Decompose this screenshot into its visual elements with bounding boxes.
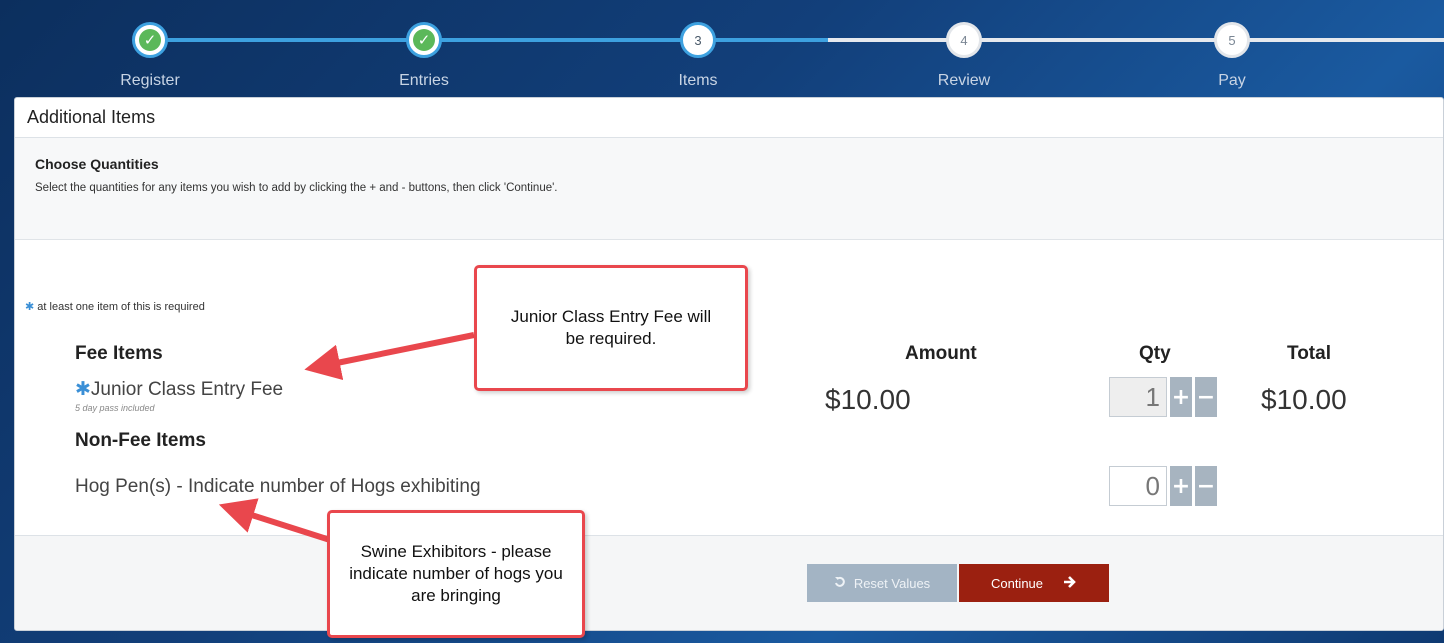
junior-fee-callout-text: Junior Class Entry Fee will be required. (510, 306, 712, 348)
fee-item-qty-input[interactable]: 1 (1109, 377, 1167, 417)
fee-item-minus-button[interactable]: − (1195, 377, 1217, 417)
step-connector (964, 38, 1232, 42)
step-label-entries: Entries (399, 72, 449, 89)
step-connector (1232, 38, 1444, 42)
step-connector (698, 38, 828, 42)
swine-exhibitors-callout: Swine Exhibitors - please indicate numbe… (327, 510, 585, 638)
non-fee-items-heading: Non-Fee Items (75, 430, 206, 451)
progress-stepper: ✓ Register ✓ Entries 3 Items 4 Review 5 … (0, 0, 1444, 96)
total-column-header: Total (1287, 343, 1331, 364)
required-note-text: at least one item of this is required (37, 301, 205, 313)
fee-item-subtext: 5 day pass included (75, 403, 155, 413)
non-fee-item-minus-button[interactable]: − (1195, 466, 1217, 506)
swine-exhibitors-callout-text: Swine Exhibitors - please indicate numbe… (349, 541, 563, 606)
step-items: 3 (680, 22, 716, 58)
amount-column-header: Amount (905, 343, 977, 364)
step-label-items: Items (678, 72, 718, 89)
fee-item-total: $10.00 (1261, 384, 1347, 415)
qty-column-header: Qty (1139, 343, 1171, 364)
undo-icon (834, 576, 846, 591)
non-fee-item-qty-input[interactable]: 0 (1109, 466, 1167, 506)
step-label-review: Review (937, 72, 991, 89)
step-label-register: Register (120, 72, 180, 89)
fee-item-amount: $10.00 (825, 384, 911, 415)
step-connector (828, 38, 964, 42)
fee-item-plus-button[interactable]: + (1170, 377, 1192, 417)
arrow-right-icon (1063, 575, 1077, 592)
fee-item-name: ✱Junior Class Entry Fee (75, 378, 283, 401)
step-label-pay: Pay (1218, 72, 1246, 89)
step-review: 4 (946, 22, 982, 58)
junior-fee-callout: Junior Class Entry Fee will be required. (474, 265, 748, 391)
continue-label: Continue (990, 575, 1044, 591)
required-note: ✱ at least one item of this is required (25, 300, 205, 313)
check-icon: ✓ (413, 29, 435, 51)
required-star-icon: ✱ (75, 378, 91, 400)
step-connector (150, 38, 424, 42)
fee-items-heading: Fee Items (75, 343, 163, 364)
step-register[interactable]: ✓ (132, 22, 168, 58)
check-icon: ✓ (139, 29, 161, 51)
non-fee-item-name: Hog Pen(s) - Indicate number of Hogs exh… (75, 476, 481, 497)
step-pay: 5 (1214, 22, 1250, 58)
fee-item-label: Junior Class Entry Fee (90, 379, 284, 400)
non-fee-item-plus-button[interactable]: + (1170, 466, 1192, 506)
required-star-icon: ✱ (25, 300, 35, 313)
step-entries[interactable]: ✓ (406, 22, 442, 58)
instructions-text: Select the quantities for any items you … (35, 182, 558, 194)
instructions-box: Choose Quantities Select the quantities … (15, 138, 1443, 240)
step-connector (424, 38, 698, 42)
panel-title: Additional Items (15, 98, 1443, 138)
continue-button[interactable]: Continue (959, 564, 1109, 602)
instructions-title: Choose Quantities (35, 156, 159, 172)
panel-footer: Reset Values Continue (15, 535, 1443, 630)
reset-values-label: Reset Values (853, 575, 931, 591)
reset-values-button[interactable]: Reset Values (807, 564, 957, 602)
